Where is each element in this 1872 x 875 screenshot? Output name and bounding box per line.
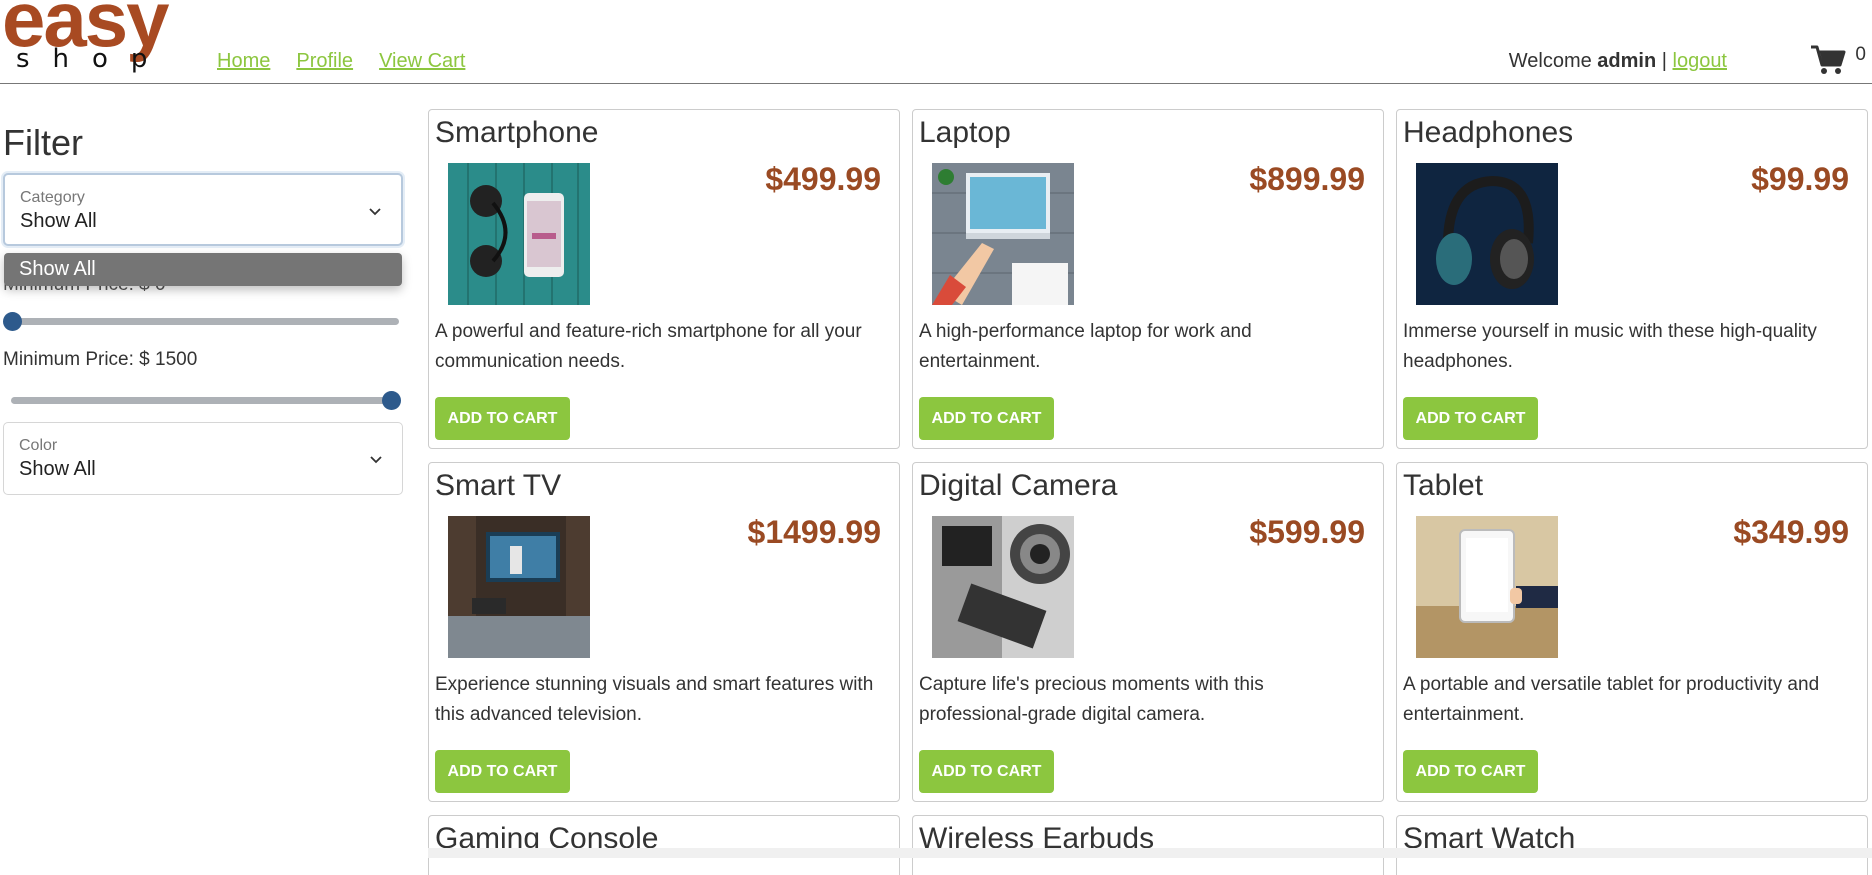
slider-track	[11, 397, 399, 404]
product-name: Headphones	[1403, 116, 1574, 149]
add-to-cart-button[interactable]: ADD TO CART	[919, 397, 1054, 440]
cart-count: 0	[1855, 44, 1866, 65]
nav-profile-link[interactable]: Profile	[296, 50, 353, 73]
nav-view-cart-link[interactable]: View Cart	[379, 50, 465, 73]
product-description: A powerful and feature-rich smartphone f…	[435, 321, 862, 372]
product-name: Smart TV	[435, 469, 562, 502]
slider-thumb[interactable]	[382, 391, 401, 410]
category-label: Category	[20, 189, 85, 206]
filter-title: Filter	[3, 122, 83, 163]
product-description: Experience stunning visuals and smart fe…	[435, 674, 874, 725]
chevron-down-icon	[369, 208, 381, 216]
separator: |	[1656, 50, 1673, 72]
slider-thumb[interactable]	[3, 312, 22, 331]
username: admin	[1597, 50, 1657, 72]
product-card: Tablet $349.99 A portable and versatile …	[1396, 462, 1868, 802]
product-description: A portable and versatile tablet for prod…	[1403, 674, 1820, 725]
product-card: Smartphone $499.99 A powerful and featur…	[428, 109, 900, 449]
product-image-smart-tv	[448, 516, 590, 658]
product-image-digital-camera	[932, 516, 1074, 658]
logout-link[interactable]: logout	[1673, 50, 1728, 72]
chevron-down-icon	[370, 456, 382, 464]
product-card: Headphones $99.99 Immerse yourself in mu…	[1396, 109, 1868, 449]
product-card: Gaming Console	[428, 815, 900, 875]
add-to-cart-button[interactable]: ADD TO CART	[435, 750, 570, 793]
product-price: $899.99	[1249, 161, 1365, 197]
easy-shop-logo[interactable]: easy shop	[2, 0, 202, 80]
product-image-tablet	[1416, 516, 1558, 658]
color-value: Show All	[19, 458, 96, 480]
category-value: Show All	[20, 210, 97, 232]
product-image-laptop	[932, 163, 1074, 305]
category-option-show-all[interactable]: Show All	[4, 253, 402, 286]
product-price: $99.99	[1751, 161, 1849, 197]
horizontal-scrollbar[interactable]	[428, 848, 1872, 858]
product-price: $349.99	[1733, 514, 1849, 550]
site-header: easy shop Home Profile View Cart Welcome…	[0, 0, 1872, 84]
product-price: $599.99	[1249, 514, 1365, 550]
add-to-cart-button[interactable]: ADD TO CART	[1403, 397, 1538, 440]
product-card: Smart TV $1499.99 Experience stunning vi…	[428, 462, 900, 802]
logo-sub-text: shop	[16, 44, 171, 74]
welcome-message: Welcome admin | logout	[1509, 50, 1727, 73]
product-image-smartphone	[448, 163, 590, 305]
slider-track	[11, 318, 399, 325]
product-card: Smart Watch	[1396, 815, 1868, 875]
product-description: Capture life's precious moments with thi…	[919, 674, 1264, 725]
shopping-cart-icon[interactable]	[1810, 44, 1846, 76]
product-card: Wireless Earbuds	[912, 815, 1384, 875]
min-price-slider[interactable]	[3, 310, 403, 331]
product-name: Tablet	[1403, 469, 1484, 502]
max-price-slider[interactable]	[3, 389, 403, 410]
add-to-cart-button[interactable]: ADD TO CART	[919, 750, 1054, 793]
product-name: Smartphone	[435, 116, 599, 149]
product-price: $499.99	[765, 161, 881, 197]
product-description: A high-performance laptop for work and e…	[919, 321, 1252, 372]
nav-home-link[interactable]: Home	[217, 50, 270, 73]
color-select[interactable]: Color Show All	[3, 422, 403, 495]
color-label: Color	[19, 437, 58, 454]
product-card: Digital Camera $599.99 Capture life's pr…	[912, 462, 1384, 802]
product-card: Laptop $899.99 A high-performance laptop…	[912, 109, 1384, 449]
product-name: Laptop	[919, 116, 1011, 149]
product-description: Immerse yourself in music with these hig…	[1403, 321, 1817, 372]
product-name: Digital Camera	[919, 469, 1118, 502]
max-price-label: Minimum Price: $ 1500	[3, 349, 198, 370]
add-to-cart-button[interactable]: ADD TO CART	[435, 397, 570, 440]
main-nav: Home Profile View Cart	[217, 50, 465, 73]
category-select[interactable]: Category Show All	[3, 173, 403, 246]
welcome-prefix: Welcome	[1508, 50, 1598, 72]
add-to-cart-button[interactable]: ADD TO CART	[1403, 750, 1538, 793]
product-image-headphones	[1416, 163, 1558, 305]
product-price: $1499.99	[747, 514, 881, 550]
